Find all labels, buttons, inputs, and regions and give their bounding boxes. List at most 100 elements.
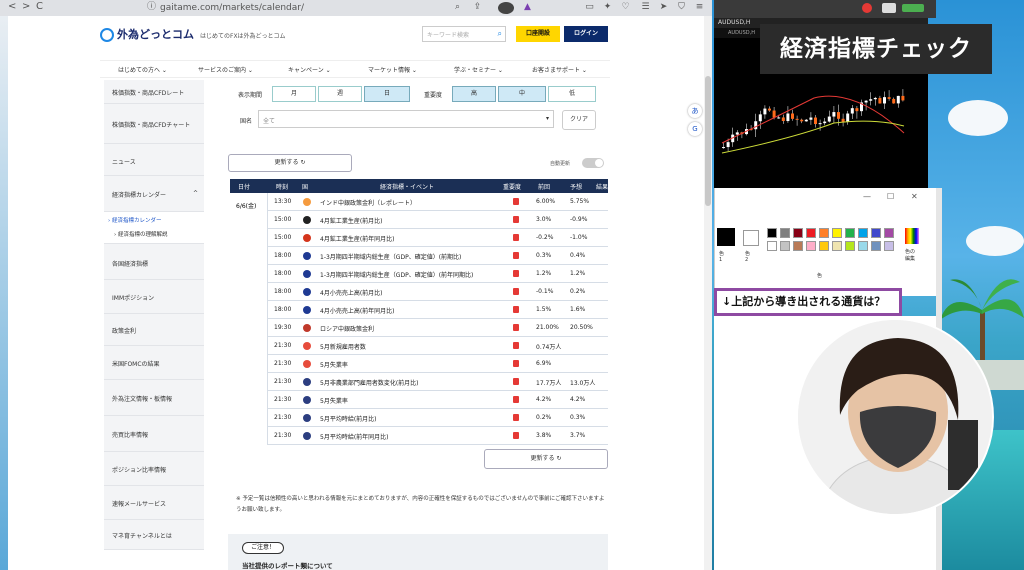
refresh-button-bottom[interactable]: 更新する ↻ <box>484 449 608 469</box>
row-event[interactable]: 4月鉱工業生産(前月比) <box>320 216 383 225</box>
color-swatch[interactable] <box>793 228 803 238</box>
scrollbar-thumb[interactable] <box>705 76 711 206</box>
address-bar[interactable]: gaitame.com/markets/calendar/ <box>160 2 520 14</box>
period-week[interactable]: 週 <box>318 86 362 102</box>
color-swatch[interactable] <box>767 228 777 238</box>
nav-beginners[interactable]: はじめての方へ ⌄ <box>118 65 167 74</box>
sidebar-item-econ-calendar[interactable]: 経済指標カレンダー ^ <box>104 178 204 212</box>
sidebar-item-order-info[interactable]: 外為注文情報・板情報 <box>104 380 204 416</box>
country-select[interactable]: 全て ▾ <box>258 110 554 128</box>
color-swatch[interactable] <box>767 241 777 251</box>
profile-icon[interactable] <box>498 2 514 14</box>
nav-market[interactable]: マーケット情報 ⌄ <box>368 65 417 74</box>
color-swatch[interactable] <box>845 228 855 238</box>
color-swatch[interactable] <box>884 241 894 251</box>
color2-swatch[interactable] <box>743 230 759 246</box>
color-swatch[interactable] <box>832 241 842 251</box>
row-event[interactable]: 4月小売売上高(前月比) <box>320 288 383 297</box>
row-event[interactable]: ロシア中銀政策金利 <box>320 324 374 333</box>
importance-low[interactable]: 低 <box>548 86 596 102</box>
sidebar-sub-calendar[interactable]: › 経済指標カレンダー <box>108 216 161 224</box>
shield-icon[interactable]: ⛉ <box>676 2 687 13</box>
period-day[interactable]: 日 <box>364 86 410 102</box>
row-event[interactable]: 5月失業率 <box>320 360 348 369</box>
send-icon[interactable]: ➤ <box>658 2 669 13</box>
color-swatch[interactable] <box>819 241 829 251</box>
color-swatch[interactable] <box>871 241 881 251</box>
clear-button[interactable]: クリア <box>562 110 596 130</box>
color-swatch[interactable] <box>858 241 868 251</box>
page-scrollbar[interactable] <box>704 16 712 570</box>
extension-puzzle-icon[interactable]: ✦ <box>602 2 613 13</box>
edit-colors-icon[interactable] <box>905 228 919 244</box>
row-event[interactable]: 5月非農業部門雇用者数変化(前月比) <box>320 378 419 387</box>
share-icon[interactable]: ⇪ <box>472 2 483 13</box>
search-input[interactable]: キーワード検索 ⌕ <box>422 26 506 42</box>
search-icon[interactable]: ⌕ <box>452 2 463 13</box>
row-event[interactable]: 4月鉱工業生産(前年同月比) <box>320 234 395 243</box>
sidebar-item-fomc[interactable]: 米国FOMCの結果 <box>104 346 204 380</box>
site-logo[interactable]: 外為どっとコム <box>100 26 194 42</box>
color-swatch[interactable] <box>793 241 803 251</box>
row-event[interactable]: インド中銀政策金利（レポレート） <box>320 198 416 207</box>
color-swatch[interactable] <box>806 228 816 238</box>
back-button[interactable]: < <box>8 1 16 12</box>
maximize-icon[interactable]: ☐ <box>887 192 894 201</box>
minimize-icon[interactable]: — <box>863 192 871 201</box>
color1-swatch[interactable] <box>717 228 735 246</box>
sidebar-item-channel[interactable]: マネ育チャンネルとは <box>104 520 204 550</box>
importance-high[interactable]: 高 <box>452 86 496 102</box>
bookmark-icon[interactable]: ♡ <box>620 2 631 13</box>
color-swatch[interactable] <box>819 228 829 238</box>
sidebar-item-news[interactable]: ニュース <box>104 146 204 176</box>
row-event[interactable]: 5月平均時給(前年同月比) <box>320 432 389 441</box>
nav-services[interactable]: サービスのご案内 ⌄ <box>198 65 253 74</box>
row-event[interactable]: 4月小売売上高(前年同月比) <box>320 306 395 315</box>
site-info-icon[interactable]: ⓘ <box>146 2 157 13</box>
color-swatch[interactable] <box>780 228 790 238</box>
row-event[interactable]: 5月平均時給(前月比) <box>320 414 377 423</box>
sidebar-item-imm[interactable]: IMMポジション <box>104 280 204 314</box>
importance-mid[interactable]: 中 <box>498 86 546 102</box>
color-swatch[interactable] <box>845 241 855 251</box>
menu-icon[interactable]: ≡ <box>694 2 705 13</box>
notification-icon[interactable] <box>862 3 872 13</box>
search-icon[interactable]: ⌕ <box>498 29 502 39</box>
nav-learn[interactable]: 学ぶ・セミナー ⌄ <box>454 65 503 74</box>
close-icon[interactable]: ✕ <box>911 192 918 201</box>
sticky-icon[interactable] <box>882 3 896 13</box>
forward-button[interactable]: > <box>22 1 30 12</box>
sidebar-item-trade-ratio[interactable]: 売買比率情報 <box>104 416 204 452</box>
sidebar-item-mail[interactable]: 速報メールサービス <box>104 486 204 520</box>
sidebar-item-cfd-chart[interactable]: 株価指数・商品CFDチャート <box>104 106 204 144</box>
sidebar-item-cfd-rate[interactable]: 株価指数・商品CFDレート <box>104 80 204 104</box>
nav-campaign[interactable]: キャンペーン ⌄ <box>288 65 331 74</box>
color-swatch[interactable] <box>832 228 842 238</box>
sidebar-item-position-ratio[interactable]: ポジション比率情報 <box>104 452 204 486</box>
g-icon[interactable]: G <box>688 122 702 136</box>
nav-support[interactable]: お客さまサポート ⌄ <box>532 65 587 74</box>
color-swatch[interactable] <box>858 228 868 238</box>
row-event[interactable]: 5月失業率 <box>320 396 348 405</box>
tab-icon[interactable]: ▭ <box>584 2 595 13</box>
translate-icon[interactable]: あ <box>688 104 702 118</box>
row-event[interactable]: 1-3月期四半期域内総生産（GDP、確定値）(前期比) <box>320 252 461 261</box>
reload-button[interactable]: C <box>36 1 43 12</box>
color-swatch[interactable] <box>780 241 790 251</box>
auto-update-toggle[interactable] <box>582 158 604 168</box>
mt4-tab[interactable]: AUDUSD,H <box>728 30 755 36</box>
sidebar-sub-explanation[interactable]: › 経済指標の理解解説 <box>114 230 167 238</box>
color-swatch[interactable] <box>884 228 894 238</box>
period-month[interactable]: 月 <box>272 86 316 102</box>
reader-icon[interactable]: ☰ <box>640 2 651 13</box>
open-account-button[interactable]: 口座開設 <box>516 26 560 42</box>
row-event[interactable]: 5月新規雇用者数 <box>320 342 366 351</box>
color-swatch[interactable] <box>871 228 881 238</box>
sidebar-item-country-indicators[interactable]: 各国経済指標 <box>104 246 204 280</box>
sidebar-item-policy-rate[interactable]: 政策金利 <box>104 314 204 346</box>
color-swatch[interactable] <box>806 241 816 251</box>
row-event[interactable]: 1-3月期四半期域内総生産（GDP、確定値）(前年同期比) <box>320 270 473 279</box>
extension-icon[interactable]: ▲ <box>522 2 533 13</box>
login-button[interactable]: ログイン <box>564 26 608 42</box>
refresh-button-top[interactable]: 更新する ↻ <box>228 154 352 172</box>
